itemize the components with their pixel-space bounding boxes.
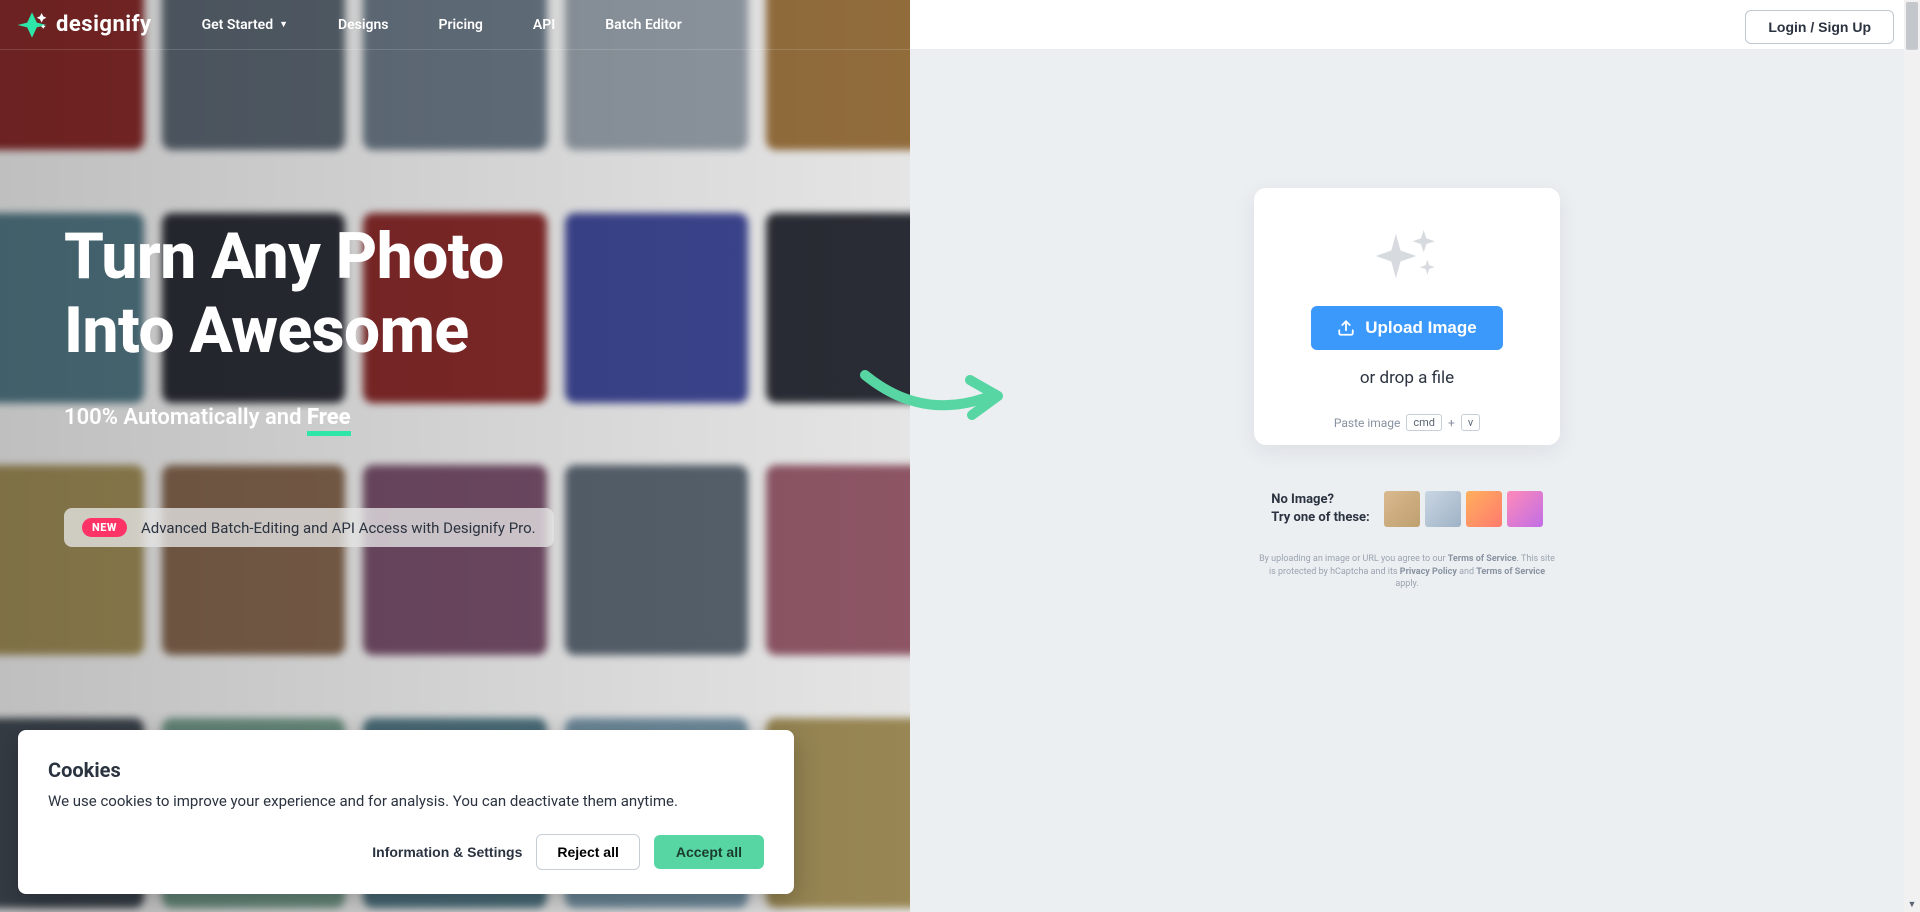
upload-icon (1337, 319, 1355, 337)
sample-images-row: No Image? Try one of these: (1271, 491, 1542, 527)
legal-text: By uploading an image or URL you agree t… (1257, 553, 1557, 591)
main-nav: Get Started ▼ Designs Pricing API Batch … (202, 17, 682, 33)
samples-text: No Image? Try one of these: (1271, 491, 1369, 526)
cookie-actions: Information & Settings Reject all Accept… (48, 834, 764, 870)
upload-image-button[interactable]: Upload Image (1311, 306, 1502, 350)
pill-text: Advanced Batch-Editing and API Access wi… (141, 519, 536, 537)
kbd-plus: + (1448, 416, 1455, 430)
sample-thumb-1[interactable] (1384, 491, 1420, 527)
cookie-accept-button[interactable]: Accept all (654, 835, 764, 869)
hero-line2: Into Awesome (64, 293, 469, 368)
nav-get-started[interactable]: Get Started ▼ (202, 17, 288, 33)
hero-line1: Turn Any Photo (64, 219, 504, 294)
nav-designs[interactable]: Designs (338, 17, 388, 33)
tos-link[interactable]: Terms of Service (1448, 554, 1517, 564)
subline-free: Free (307, 405, 351, 430)
drop-file-text: or drop a file (1360, 368, 1454, 388)
scrollbar[interactable]: ▲ ▼ (1904, 0, 1920, 912)
nav-batch[interactable]: Batch Editor (605, 17, 681, 33)
upload-card[interactable]: Upload Image or drop a file Paste image … (1254, 188, 1560, 445)
nav-api[interactable]: API (533, 17, 555, 33)
logo-text: designify (56, 12, 152, 37)
sample-thumbs (1384, 491, 1543, 527)
logo-icon (16, 9, 48, 41)
legal-p1a: By uploading an image or URL you agree t… (1259, 554, 1448, 564)
upload-button-label: Upload Image (1365, 318, 1476, 338)
new-badge: NEW (82, 518, 127, 537)
privacy-link[interactable]: Privacy Policy (1400, 567, 1457, 577)
cookie-reject-button[interactable]: Reject all (536, 834, 639, 870)
subline-prefix: 100% Automatically and (64, 405, 307, 430)
nav-pricing[interactable]: Pricing (439, 17, 483, 33)
paste-label: Paste image (1334, 416, 1401, 430)
tos2-link[interactable]: Terms of Service (1476, 567, 1545, 577)
logo[interactable]: designify (16, 9, 152, 41)
hero-subline: 100% Automatically and Free (64, 405, 554, 430)
samples-line2: Try one of these: (1271, 509, 1369, 527)
sample-thumb-2[interactable] (1425, 491, 1461, 527)
kbd-cmd: cmd (1406, 414, 1442, 431)
cookie-title: Cookies (48, 758, 764, 782)
samples-line1: No Image? (1271, 491, 1369, 509)
kbd-v: v (1461, 414, 1480, 431)
legal-and: and (1457, 567, 1476, 577)
chevron-down-icon: ▼ (279, 19, 288, 30)
main-header: designify Get Started ▼ Designs Pricing … (0, 0, 1920, 50)
cookie-banner: Cookies We use cookies to improve your e… (18, 730, 794, 894)
sample-thumb-3[interactable] (1466, 491, 1502, 527)
hero-heading: Turn Any Photo Into Awesome (64, 220, 554, 367)
hero-copy: Turn Any Photo Into Awesome 100% Automat… (64, 220, 554, 547)
upload-pane: Upload Image or drop a file Paste image … (910, 50, 1904, 912)
cookie-body: We use cookies to improve your experienc… (48, 792, 764, 810)
cookie-info-button[interactable]: Information & Settings (372, 844, 522, 860)
legal-apply: apply. (1395, 579, 1418, 589)
sample-thumb-4[interactable] (1507, 491, 1543, 527)
scroll-down-icon[interactable]: ▼ (1904, 896, 1920, 912)
arrow-icon (860, 360, 1010, 430)
login-signup-button[interactable]: Login / Sign Up (1745, 10, 1894, 44)
paste-hint: Paste image cmd + v (1334, 414, 1480, 431)
nav-get-started-label: Get Started (202, 17, 274, 33)
new-feature-pill[interactable]: NEW Advanced Batch-Editing and API Acces… (64, 508, 554, 547)
sparkle-icon (1370, 228, 1444, 284)
